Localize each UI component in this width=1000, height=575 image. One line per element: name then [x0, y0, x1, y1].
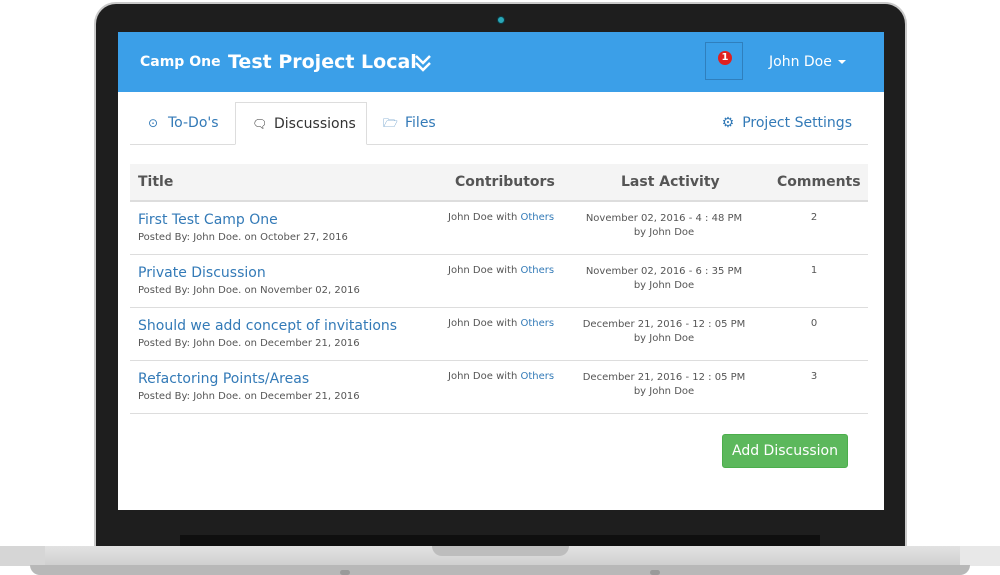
last-activity: December 21, 2016 - 12 : 05 PM by John Do… [582, 319, 746, 344]
col-title: Title [138, 174, 174, 190]
top-navbar: Camp One Test Project Local 1 John Doe [118, 32, 884, 92]
posted-by: Posted By: John Doe. on December 21, 201… [138, 338, 360, 349]
table-header: Title Contributors Last Activity Comment… [130, 164, 868, 202]
last-activity: December 21, 2016 - 12 : 05 PM by John Do… [582, 372, 746, 397]
discussions-table: Title Contributors Last Activity Comment… [130, 164, 868, 414]
others-link[interactable]: Others [520, 318, 554, 329]
notifications-button[interactable]: 1 [705, 42, 743, 80]
table-row: Private Discussion Posted By: John Doe. … [130, 255, 868, 308]
col-comments: Comments [777, 174, 861, 190]
laptop-notch [432, 546, 569, 556]
contributors: John Doe with Others [448, 265, 555, 276]
discussion-title-link[interactable]: Should we add concept of invitations [138, 318, 397, 334]
table-row: Should we add concept of invitations Pos… [130, 308, 868, 361]
posted-by: Posted By: John Doe. on December 21, 201… [138, 391, 360, 402]
comment-count: 0 [810, 318, 818, 329]
table-row: First Test Camp One Posted By: John Doe.… [130, 202, 868, 255]
double-chevron-down-icon[interactable] [414, 53, 432, 73]
app-screen: Camp One Test Project Local 1 John Doe ⊙… [118, 32, 884, 510]
contributors: John Doe with Others [448, 318, 555, 329]
notification-badge: 1 [718, 51, 732, 65]
comment-count: 2 [810, 212, 818, 223]
folder-icon: 🗁 [383, 116, 398, 130]
discussion-title-link[interactable]: Private Discussion [138, 265, 266, 281]
last-activity: November 02, 2016 - 4 : 48 PM by John Doe [585, 213, 743, 238]
brand-link[interactable]: Camp One [140, 54, 221, 70]
gear-icon: ⚙ [721, 115, 735, 131]
tab-discussions[interactable]: 🗨 Discussions [235, 102, 367, 145]
webcam [497, 16, 505, 24]
comment-count: 1 [810, 265, 818, 276]
last-activity: November 02, 2016 - 6 : 35 PM by John Doe [585, 266, 743, 291]
contributors: John Doe with Others [448, 212, 555, 223]
discussion-title-link[interactable]: Refactoring Points/Areas [138, 371, 309, 387]
add-discussion-button[interactable]: Add Discussion [722, 434, 848, 468]
caret-down-icon [837, 60, 846, 64]
col-last-activity: Last Activity [621, 174, 720, 190]
comments-icon: 🗨 [252, 117, 268, 131]
posted-by: Posted By: John Doe. on November 02, 201… [138, 285, 360, 296]
project-tabs: ⊙ To-Do's 🗨 Discussions 🗁 Files ⚙ Project Se… [130, 102, 868, 145]
project-settings-link[interactable]: ⚙ Project Settings [722, 102, 852, 144]
project-title: Test Project Local [228, 51, 417, 73]
tab-files[interactable]: 🗁 Files [367, 102, 457, 144]
tab-todos[interactable]: ⊙ To-Do's [130, 102, 235, 144]
contributors: John Doe with Others [448, 371, 555, 382]
others-link[interactable]: Others [520, 265, 554, 276]
posted-by: Posted By: John Doe. on October 27, 2016 [138, 232, 348, 243]
comment-count: 3 [810, 371, 818, 382]
others-link[interactable]: Others [520, 371, 554, 382]
check-circle-icon: ⊙ [147, 116, 159, 130]
others-link[interactable]: Others [520, 212, 554, 223]
table-row: Refactoring Points/Areas Posted By: John… [130, 361, 868, 414]
user-menu[interactable]: John Doe [769, 54, 846, 70]
user-name: John Doe [769, 54, 832, 70]
col-contributors: Contributors [455, 174, 555, 190]
discussion-title-link[interactable]: First Test Camp One [138, 212, 278, 228]
